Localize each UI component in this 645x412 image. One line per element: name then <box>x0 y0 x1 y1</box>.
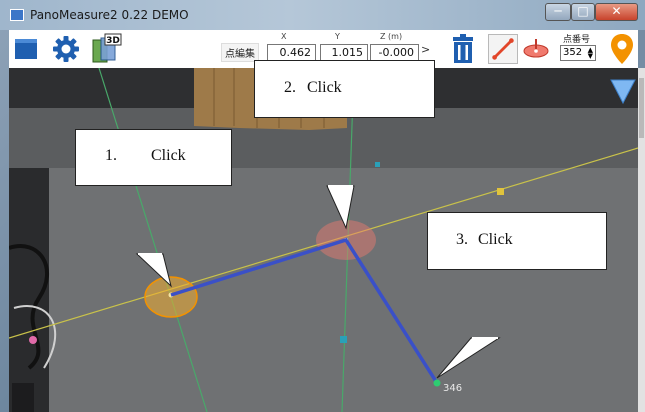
point-number-stepper[interactable]: 352 ▲ ▼ <box>560 45 596 61</box>
line-measure-icon[interactable] <box>488 34 518 64</box>
minimize-button[interactable]: ─ <box>545 3 571 21</box>
stepper-arrows-icon[interactable]: ▲ ▼ <box>588 47 593 60</box>
callout-3: 3. Click <box>427 212 607 270</box>
next-button[interactable]: > <box>421 43 430 56</box>
z-label: Z (m) <box>380 32 403 41</box>
plane-disc-icon[interactable] <box>521 36 551 62</box>
callout-3-text: Click <box>478 231 513 248</box>
window-title: PanoMeasure2 0.22 DEMO <box>30 8 189 22</box>
app-icon <box>10 9 24 21</box>
location-pin-icon[interactable] <box>610 33 634 65</box>
folder-icon[interactable] <box>15 39 37 59</box>
title-bar[interactable]: PanoMeasure2 0.22 DEMO ─ □ ✕ <box>0 0 645 30</box>
3d-view-icon[interactable]: 3D <box>89 32 123 66</box>
x-value-field[interactable]: 0.462 <box>267 44 316 61</box>
axis-marker-cyan <box>340 336 347 343</box>
trash-icon[interactable] <box>450 34 476 64</box>
y-label: Y <box>335 32 340 41</box>
scrollbar-thumb[interactable] <box>639 78 644 138</box>
callout-2-number: 2. <box>284 79 296 96</box>
3d-label: 3D <box>106 36 120 46</box>
callout-3-number: 3. <box>456 231 468 248</box>
y-value-field[interactable]: 1.015 <box>320 44 368 61</box>
callout-1-text: Click <box>151 147 186 164</box>
maximize-button[interactable]: □ <box>571 3 595 21</box>
x-label: X <box>281 32 287 41</box>
z-value-field[interactable]: -0.000 <box>370 44 419 61</box>
app-window: PanoMeasure2 0.22 DEMO ─ □ ✕ 3D 点編集 X 0.… <box>0 0 645 412</box>
scrollbar[interactable] <box>638 68 645 412</box>
gear-icon[interactable] <box>51 34 81 64</box>
callout-2: 2. Click <box>254 60 435 118</box>
point-3-marker[interactable] <box>433 379 441 387</box>
callout-1: 1. Click <box>75 129 232 186</box>
point-number-label: 点番号 <box>563 35 591 45</box>
axis-marker-cyan-2 <box>375 162 380 167</box>
axis-marker-yellow <box>497 188 504 195</box>
callout-2-text: Click <box>307 79 342 96</box>
callout-1-number: 1. <box>105 147 117 164</box>
point-number-value: 352 <box>563 47 583 58</box>
close-button[interactable]: ✕ <box>595 3 638 21</box>
point-3-label: 346 <box>443 383 462 394</box>
equipment-clutter <box>9 168 57 412</box>
